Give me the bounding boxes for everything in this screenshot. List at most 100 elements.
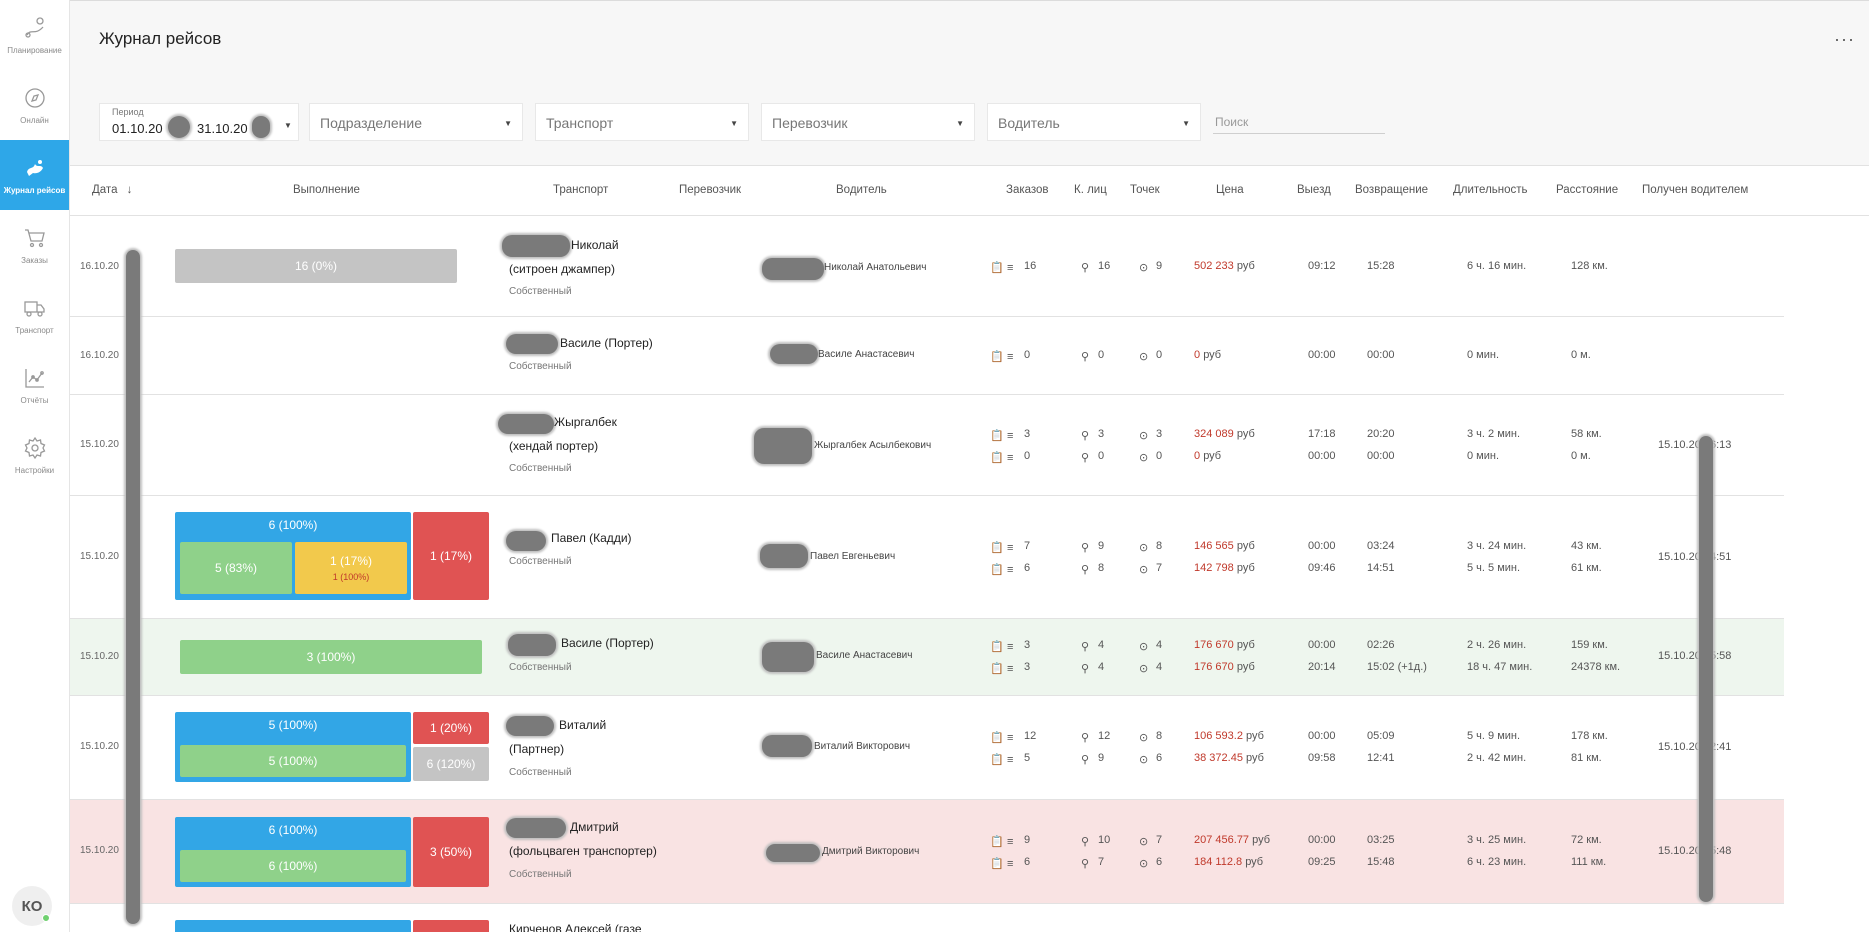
execution-bar-done[interactable]: 3 (100%) bbox=[180, 640, 482, 674]
point-icon: ⊙ bbox=[1139, 836, 1149, 848]
transport-select-label: Транспорт bbox=[546, 115, 614, 131]
price-cell: 0 руб bbox=[1194, 450, 1222, 462]
redacted-column-date bbox=[126, 250, 140, 924]
persons-cell: ⚲ 0 bbox=[1081, 349, 1105, 363]
search-input[interactable]: Поиск bbox=[1213, 112, 1385, 134]
nav-label: Онлайн bbox=[20, 115, 49, 125]
received-time: 15.10.20 14:51 bbox=[1658, 551, 1732, 563]
division-select-label: Подразделение bbox=[320, 115, 423, 131]
col-execution[interactable]: Выполнение bbox=[293, 184, 360, 196]
col-points[interactable]: Точек bbox=[1130, 184, 1160, 196]
table-row[interactable]: 15.10.20 3 (100%) Василе (Портер) Собств… bbox=[70, 619, 1784, 696]
col-duration[interactable]: Длительность bbox=[1453, 184, 1528, 196]
col-orders[interactable]: Заказов bbox=[1006, 184, 1049, 196]
persons-cell: ⚲ 9 bbox=[1081, 540, 1105, 554]
vehicle-owner: Собственный bbox=[509, 556, 572, 567]
execution-bar-done[interactable]: 5 (83%) bbox=[180, 542, 292, 594]
online-status-dot bbox=[42, 914, 50, 922]
execution-bar-failed[interactable] bbox=[413, 920, 489, 932]
persons-cell: ⚲ 0 bbox=[1081, 450, 1105, 464]
driver-select[interactable]: Водитель ▼ bbox=[987, 103, 1201, 141]
duration: 18 ч. 47 мин. bbox=[1467, 661, 1533, 673]
carrier-select-label: Перевозчик bbox=[772, 115, 848, 131]
orders-cell: 📋 ≡ 0 bbox=[990, 349, 1031, 363]
vehicle-owner: Собственный bbox=[509, 767, 572, 778]
return-time: 15:28 bbox=[1367, 260, 1395, 272]
table-row[interactable]: 16.10.20 16 (0%) Николай (ситроен джампе… bbox=[70, 216, 1784, 317]
execution-bar-failed[interactable]: 3 (50%) bbox=[413, 817, 489, 887]
execution-bar-partial[interactable]: 1 (17%) 1 (100%) bbox=[295, 542, 407, 594]
table-row[interactable]: 15.10.20 Жыргалбек (хендай портер) Собст… bbox=[70, 395, 1784, 496]
redacted-blob bbox=[766, 844, 820, 862]
execution-bar-planned[interactable] bbox=[175, 920, 411, 932]
col-transport[interactable]: Транспорт bbox=[553, 184, 608, 196]
points-cell: ⊙ 9 bbox=[1139, 260, 1163, 274]
period-from[interactable]: 01.10.20 bbox=[112, 121, 163, 136]
departure-time: 00:00 bbox=[1308, 730, 1336, 742]
nav-item-journal[interactable]: Журнал рейсов bbox=[0, 140, 69, 210]
carrier-select[interactable]: Перевозчик ▼ bbox=[761, 103, 975, 141]
col-persons[interactable]: К. лиц bbox=[1074, 184, 1107, 196]
table-row[interactable]: 15.10.20 6 (100%) 5 (83%) 1 (17%) 1 (100%… bbox=[70, 496, 1784, 619]
distance: 43 км. bbox=[1571, 540, 1602, 552]
col-date[interactable]: Дата ↓ bbox=[92, 184, 132, 196]
division-select[interactable]: Подразделение ▼ bbox=[309, 103, 523, 141]
persons-cell: ⚲ 16 bbox=[1081, 260, 1111, 274]
execution-bar-failed[interactable]: 1 (20%) bbox=[413, 712, 489, 744]
row-date: 16.10.20 bbox=[80, 261, 119, 272]
distance: 72 км. bbox=[1571, 834, 1602, 846]
redacted-blob bbox=[508, 634, 556, 656]
table-row[interactable]: Кирченов Алексей (газе bbox=[70, 904, 1784, 932]
orders-cell: 📋 ≡ 9 bbox=[990, 834, 1031, 848]
nav-item-settings[interactable]: Настройки bbox=[0, 420, 69, 490]
nav-item-transport[interactable]: Транспорт bbox=[0, 280, 69, 350]
vehicle-owner: Собственный bbox=[509, 869, 572, 880]
table-row[interactable]: 15.10.20 5 (100%) 5 (100%) 1 (20%) 6 (12… bbox=[70, 696, 1784, 800]
col-driver[interactable]: Водитель bbox=[836, 184, 887, 196]
redacted-column-received bbox=[1699, 436, 1713, 902]
execution-bar[interactable]: 16 (0%) bbox=[175, 249, 457, 283]
orders-cell: 📋 ≡ 16 bbox=[990, 260, 1037, 274]
online-icon bbox=[24, 87, 45, 108]
execution-bar-failed[interactable]: 1 (17%) bbox=[413, 512, 489, 600]
more-icon[interactable]: ··· bbox=[1834, 29, 1855, 50]
redacted-blob bbox=[762, 642, 814, 672]
chevron-down-icon: ▼ bbox=[730, 119, 738, 128]
points-cell: ⊙ 8 bbox=[1139, 730, 1163, 744]
col-distance[interactable]: Расстояние bbox=[1556, 184, 1618, 196]
col-return[interactable]: Возвращение bbox=[1355, 184, 1428, 196]
col-carrier[interactable]: Перевозчик bbox=[679, 184, 741, 196]
list-icon: ≡ bbox=[1007, 262, 1014, 274]
distance: 178 км. bbox=[1571, 730, 1608, 742]
duration: 0 мин. bbox=[1467, 450, 1500, 462]
row-date: 15.10.20 bbox=[80, 741, 119, 752]
vehicle-owner: Собственный bbox=[509, 361, 572, 372]
point-icon: ⊙ bbox=[1139, 663, 1149, 675]
sidebar: Планирование Онлайн Журнал рейсов Заказы… bbox=[0, 0, 70, 932]
departure-time: 09:25 bbox=[1308, 856, 1336, 868]
redacted-blob bbox=[502, 235, 570, 257]
table-row[interactable]: 16.10.20 Василе (Портер) Собственный Вас… bbox=[70, 317, 1784, 395]
execution-bar-extra[interactable]: 6 (120%) bbox=[413, 747, 489, 781]
redacted-blob bbox=[762, 735, 812, 757]
clipboard-return-icon: 📋 bbox=[990, 452, 1004, 464]
nav-item-online[interactable]: Онлайн bbox=[0, 70, 69, 140]
execution-bar-done[interactable]: 5 (100%) bbox=[180, 745, 406, 777]
period-picker[interactable]: Период 01.10.20 31.10.20 ▼ bbox=[99, 103, 299, 141]
persons-cell: ⚲ 3 bbox=[1081, 428, 1105, 442]
col-price[interactable]: Цена bbox=[1216, 184, 1244, 196]
points-cell: ⊙ 7 bbox=[1139, 834, 1163, 848]
point-icon: ⊙ bbox=[1139, 754, 1149, 766]
person-icon: ⚲ bbox=[1081, 452, 1090, 464]
period-to[interactable]: 31.10.20 bbox=[197, 121, 248, 136]
transport-select[interactable]: Транспорт ▼ bbox=[535, 103, 749, 141]
col-received[interactable]: Получен водителем bbox=[1642, 184, 1748, 196]
execution-bar-done[interactable]: 6 (100%) bbox=[180, 850, 406, 882]
nav-item-orders[interactable]: Заказы bbox=[0, 210, 69, 280]
person-icon: ⚲ bbox=[1081, 351, 1090, 363]
vehicle-name: Василе (Портер) bbox=[560, 336, 653, 350]
nav-item-planning[interactable]: Планирование bbox=[0, 0, 69, 70]
col-departure[interactable]: Выезд bbox=[1297, 184, 1331, 196]
table-row[interactable]: 15.10.20 6 (100%) 6 (100%) 3 (50%) Дмитр… bbox=[70, 800, 1784, 904]
nav-item-reports[interactable]: Отчёты bbox=[0, 350, 69, 420]
